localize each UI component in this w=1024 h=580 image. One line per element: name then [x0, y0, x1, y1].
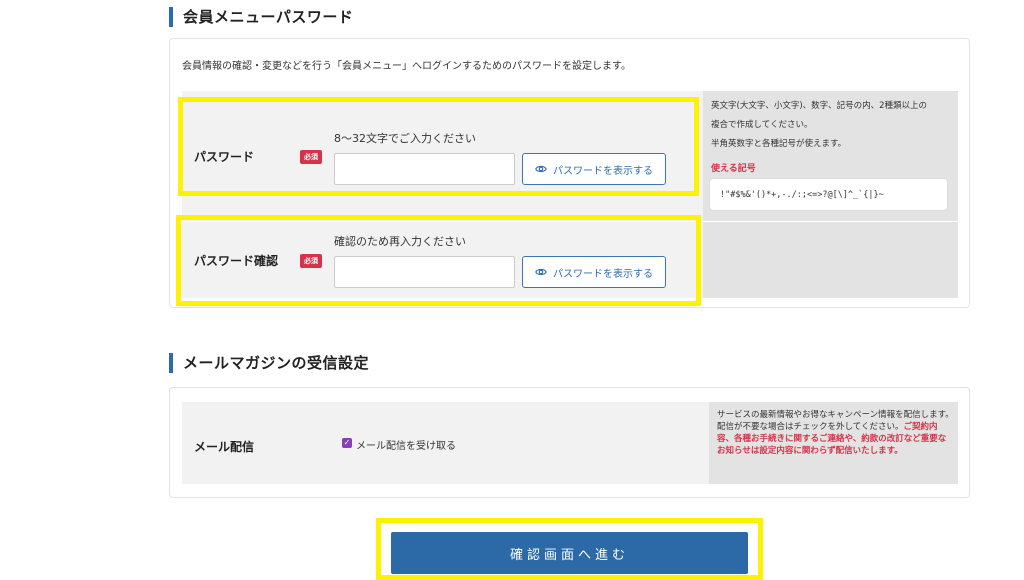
password-section-heading: 会員メニューパスワード	[183, 8, 354, 26]
password-section-title: 会員メニューパスワード	[169, 6, 353, 27]
rules-line-1: 英文字(大文字、小文字)、数字、記号の内、2種類以上の	[711, 101, 928, 111]
mail-note-text: サービスの最新情報やお得なキャンペーン情報を配信します。配信が不要な場合はチェッ…	[717, 409, 954, 457]
password-confirm-side-panel	[703, 222, 958, 298]
highlight-password-confirm-row	[176, 215, 701, 306]
mail-section-heading: メールマガジンの受信設定	[183, 354, 370, 372]
mail-label: メール配信	[194, 440, 255, 454]
allowed-symbols-box: !"#$%&'()*+,-./:;<=>?@[\]^_`{|}~	[709, 178, 948, 211]
allowed-symbols-label: 使える記号	[711, 164, 756, 174]
password-rules-panel: 英文字(大文字、小文字)、数字、記号の内、2種類以上の 複合で作成してください。…	[703, 91, 958, 221]
confirm-screen-button[interactable]: 確認画面へ進む	[391, 532, 748, 574]
mail-row: メール配信 ✓ メール配信を受け取る サービスの最新情報やお得なキャンペーン情報…	[182, 402, 958, 484]
password-intro-text: 会員情報の確認・変更などを行う「会員メニュー」へログインするためのパスワードを設…	[182, 61, 631, 72]
checkmark-icon: ✓	[343, 438, 351, 447]
mail-note-panel: サービスの最新情報やお得なキャンペーン情報を配信します。配信が不要な場合はチェッ…	[709, 402, 958, 484]
mail-checkbox[interactable]: ✓	[342, 438, 352, 448]
mail-card: メール配信 ✓ メール配信を受け取る サービスの最新情報やお得なキャンペーン情報…	[169, 387, 970, 498]
rules-line-2: 複合で作成してください。	[711, 120, 813, 130]
mail-section-title: メールマガジンの受信設定	[169, 352, 369, 373]
highlight-password-row	[178, 97, 699, 196]
title-accent-bar	[169, 6, 173, 27]
title-accent-bar	[169, 352, 173, 373]
mail-checkbox-label[interactable]: メール配信を受け取る	[356, 437, 456, 452]
rules-line-3: 半角英数字と各種記号が使えます。	[711, 139, 847, 149]
